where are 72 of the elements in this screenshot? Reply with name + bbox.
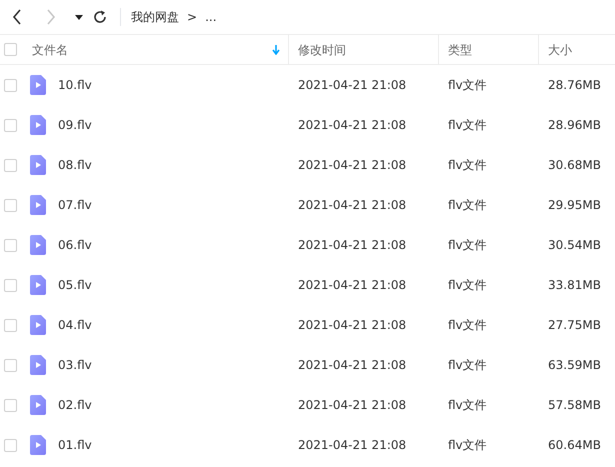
modified-time: 2021-04-21 21:08 bbox=[297, 357, 408, 374]
file-name[interactable]: 06.flv bbox=[58, 236, 92, 254]
file-size: 63.59MB bbox=[547, 357, 602, 374]
modified-time: 2021-04-21 21:08 bbox=[297, 117, 408, 134]
chevron-left-icon bbox=[12, 9, 22, 25]
file-name[interactable]: 09.flv bbox=[58, 116, 92, 134]
file-size: 30.68MB bbox=[547, 157, 602, 174]
chevron-right-icon bbox=[46, 9, 56, 25]
file-name[interactable]: 10.flv bbox=[58, 76, 92, 94]
file-name[interactable]: 08.flv bbox=[58, 156, 92, 174]
breadcrumb-link[interactable]: 我的网盘 bbox=[131, 8, 179, 26]
file-type: flv文件 bbox=[447, 197, 488, 214]
file-type: flv文件 bbox=[447, 277, 488, 294]
file-name[interactable]: 05.flv bbox=[58, 276, 92, 294]
column-header[interactable]: 类型 bbox=[448, 40, 472, 58]
column-header[interactable]: 修改时间 bbox=[298, 40, 346, 58]
modified-time: 2021-04-21 21:08 bbox=[297, 397, 408, 414]
file-size: 28.96MB bbox=[547, 117, 602, 134]
checkbox[interactable] bbox=[4, 43, 17, 56]
file-type: flv文件 bbox=[447, 77, 488, 94]
modified-time: 2021-04-21 21:08 bbox=[297, 77, 408, 94]
video-file-icon bbox=[30, 155, 46, 175]
file-type: flv文件 bbox=[447, 317, 488, 334]
file-name[interactable]: 02.flv bbox=[58, 396, 92, 414]
file-size: 28.76MB bbox=[547, 77, 602, 94]
checkbox[interactable] bbox=[4, 318, 17, 332]
video-file-icon bbox=[30, 195, 46, 215]
checkbox[interactable] bbox=[4, 398, 17, 412]
checkbox[interactable] bbox=[4, 278, 17, 292]
modified-time: 2021-04-21 21:08 bbox=[297, 197, 408, 214]
video-file-icon bbox=[30, 115, 46, 135]
caret-icon bbox=[75, 14, 83, 20]
file-size: 57.58MB bbox=[547, 397, 602, 414]
modified-time: 2021-04-21 21:08 bbox=[297, 437, 408, 454]
checkbox[interactable] bbox=[4, 158, 17, 172]
file-name[interactable]: 04.flv bbox=[58, 316, 92, 334]
video-file-icon bbox=[30, 275, 46, 295]
checkbox[interactable] bbox=[4, 118, 17, 132]
file-type: flv文件 bbox=[447, 237, 488, 254]
checkbox[interactable] bbox=[4, 438, 17, 452]
file-size: 30.54MB bbox=[547, 237, 602, 254]
checkbox[interactable] bbox=[4, 198, 17, 212]
video-file-icon bbox=[30, 315, 46, 335]
video-file-icon bbox=[30, 435, 46, 455]
video-file-icon bbox=[30, 75, 46, 95]
video-file-icon bbox=[30, 235, 46, 255]
file-size: 33.81MB bbox=[547, 277, 602, 294]
file-name[interactable]: 01.flv bbox=[58, 436, 92, 454]
modified-time: 2021-04-21 21:08 bbox=[297, 237, 408, 254]
refresh-icon bbox=[93, 10, 107, 24]
checkbox[interactable] bbox=[4, 358, 17, 372]
video-file-icon bbox=[30, 355, 46, 375]
file-size: 60.64MB bbox=[547, 437, 602, 454]
file-type: flv文件 bbox=[447, 357, 488, 374]
file-name[interactable]: 03.flv bbox=[58, 356, 92, 374]
checkbox[interactable] bbox=[4, 238, 17, 252]
file-type: flv文件 bbox=[447, 117, 488, 134]
modified-time: 2021-04-21 21:08 bbox=[297, 157, 408, 174]
video-file-icon bbox=[30, 395, 46, 415]
checkbox[interactable] bbox=[4, 78, 17, 92]
file-size: 29.95MB bbox=[547, 197, 602, 214]
file-type: flv文件 bbox=[447, 157, 488, 174]
modified-time: 2021-04-21 21:08 bbox=[297, 317, 408, 334]
column-header[interactable]: 大小 bbox=[548, 40, 572, 58]
file-type: flv文件 bbox=[447, 397, 488, 414]
breadcrumb-separator: > bbox=[187, 9, 198, 26]
breadcrumb-link[interactable]: ... bbox=[205, 8, 217, 26]
modified-time: 2021-04-21 21:08 bbox=[297, 277, 408, 294]
file-size: 27.75MB bbox=[547, 317, 602, 334]
column-header[interactable]: 文件名 bbox=[32, 40, 68, 58]
file-type: flv文件 bbox=[447, 437, 488, 454]
file-name[interactable]: 07.flv bbox=[58, 196, 92, 214]
